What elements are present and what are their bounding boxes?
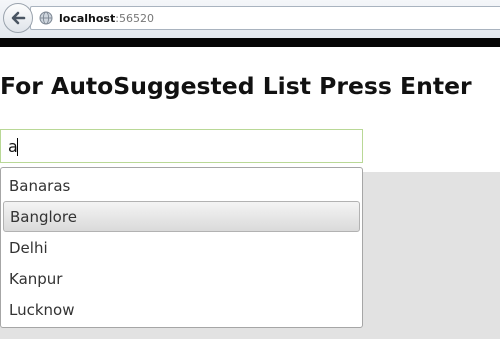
globe-icon (39, 11, 53, 25)
autosuggest-list: Banaras Banglore Delhi Kanpur Lucknow (0, 167, 363, 328)
address-bar[interactable]: localhost:56520 (30, 6, 500, 30)
text-caret (17, 138, 18, 156)
url-port: :56520 (115, 11, 154, 25)
chrome-separator (0, 38, 500, 47)
search-input[interactable] (0, 129, 363, 163)
url-host: localhost (59, 11, 116, 25)
suggestion-item-highlighted[interactable]: Banglore (3, 201, 360, 232)
back-button[interactable] (3, 3, 33, 33)
suggestion-item[interactable]: Lucknow (3, 294, 360, 325)
suggestion-item[interactable]: Kanpur (3, 263, 360, 294)
page-title: For AutoSuggested List Press Enter (0, 72, 472, 100)
suggestion-item[interactable]: Banaras (3, 170, 360, 201)
browser-toolbar: localhost:56520 (0, 0, 500, 38)
back-arrow-icon (11, 11, 26, 25)
suggestion-item[interactable]: Delhi (3, 232, 360, 263)
